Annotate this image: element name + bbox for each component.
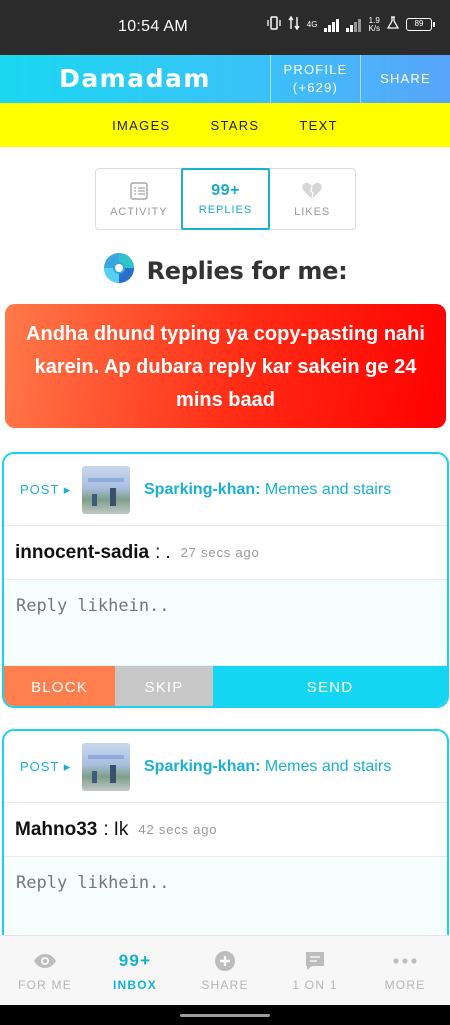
heart-icon xyxy=(301,181,323,203)
tab-replies[interactable]: 99+ REPLIES xyxy=(180,168,271,230)
reply-card: POST ▸ Sparking-khan: Memes and stairs i… xyxy=(2,452,449,708)
reply-info: Mahno33 : Ik 42 secs ago xyxy=(4,803,447,857)
app-header: Damadam PROFILE (+629) SHARE xyxy=(0,55,450,103)
signal-icon xyxy=(346,18,362,32)
home-indicator[interactable] xyxy=(180,1014,270,1017)
nav-inbox-label: INBOX xyxy=(112,978,157,992)
tab-replies-label: REPLIES xyxy=(198,204,253,216)
share-label: SHARE xyxy=(380,71,431,86)
gesture-bar xyxy=(0,1005,450,1025)
lab-icon xyxy=(386,16,400,33)
share-button[interactable]: SHARE xyxy=(360,55,450,103)
profile-label: PROFILE xyxy=(283,62,348,77)
reply-info: innocent-sadia : . 27 secs ago xyxy=(4,526,447,580)
replies-heading: Replies for me: xyxy=(0,252,450,289)
status-time: 10:54 AM xyxy=(118,18,189,35)
nav-for-me[interactable]: FOR ME xyxy=(0,936,90,1005)
reply-colon: : xyxy=(103,818,109,840)
post-thumbnail[interactable] xyxy=(82,465,130,514)
eye-icon xyxy=(33,949,57,973)
nav-more-label: MORE xyxy=(384,978,426,992)
inbox-tabs: ACTIVITY 99+ REPLIES LIKES xyxy=(95,168,356,230)
network-speed: 1.9 K/s xyxy=(368,15,380,33)
skip-button[interactable]: SKIP xyxy=(115,666,213,706)
vibrate-icon xyxy=(267,16,281,33)
nav-inbox[interactable]: 99+ INBOX xyxy=(90,936,180,1005)
reply-author[interactable]: innocent-sadia xyxy=(15,542,149,564)
plus-circle-icon xyxy=(214,949,236,973)
post-link[interactable]: POST ▸ Sparking-khan: Memes and stairs xyxy=(4,454,447,526)
nav-stars[interactable]: STARS xyxy=(191,118,280,133)
reply-message: Ik xyxy=(113,818,129,840)
nav-text[interactable]: TEXT xyxy=(279,118,357,133)
nav-more[interactable]: MORE xyxy=(360,936,450,1005)
battery-icon: 89 xyxy=(406,18,435,31)
tab-likes[interactable]: LIKES xyxy=(269,169,355,229)
reply-actions: BLOCK SKIP SEND xyxy=(4,666,447,706)
block-button[interactable]: BLOCK xyxy=(4,666,115,706)
profile-button[interactable]: PROFILE (+629) xyxy=(270,55,360,103)
post-title[interactable]: Sparking-khan: Memes and stairs xyxy=(144,758,391,776)
status-icons: 4G 1.9 K/s 89 xyxy=(267,15,435,33)
network-type: 4G xyxy=(306,19,318,29)
reply-input[interactable]: Reply likhein.. xyxy=(4,857,447,943)
rate-limit-warning: Andha dhund typing ya copy-pasting nahi … xyxy=(5,304,446,428)
post-label: POST ▸ xyxy=(20,758,72,774)
reply-colon: : xyxy=(155,541,161,563)
nav-share-label: SHARE xyxy=(201,978,249,992)
dots-icon xyxy=(393,949,417,973)
nav-one-on-one[interactable]: 1 ON 1 xyxy=(270,936,360,1005)
reply-author[interactable]: Mahno33 xyxy=(15,819,97,841)
reply-time: 27 secs ago xyxy=(180,545,260,560)
send-button[interactable]: SEND xyxy=(213,666,447,706)
page-title: Replies for me: xyxy=(146,256,348,285)
app-screen: 10:54 AM 4G 1.9 K/s 89 Damadam PROFILE (+… xyxy=(0,0,450,1025)
bottom-navigation: FOR ME 99+ INBOX SHARE 1 ON 1 MORE xyxy=(0,935,450,1005)
tab-likes-label: LIKES xyxy=(294,205,331,218)
reply-time: 42 secs ago xyxy=(138,822,218,837)
tab-activity-label: ACTIVITY xyxy=(110,205,168,218)
nav-images[interactable]: IMAGES xyxy=(92,118,190,133)
signal-icon xyxy=(324,18,340,32)
post-title[interactable]: Sparking-khan: Memes and stairs xyxy=(144,481,391,499)
nav-share[interactable]: SHARE xyxy=(180,936,270,1005)
reply-input[interactable]: Reply likhein.. xyxy=(4,580,447,666)
post-label: POST ▸ xyxy=(20,481,72,497)
tab-activity[interactable]: ACTIVITY xyxy=(96,169,182,229)
post-thumbnail[interactable] xyxy=(82,742,130,791)
nav-one-on-one-label: 1 ON 1 xyxy=(292,978,338,992)
profile-points: (+629) xyxy=(292,80,339,95)
chat-icon xyxy=(304,949,326,973)
tab-replies-count: 99+ xyxy=(211,182,240,199)
post-link[interactable]: POST ▸ Sparking-khan: Memes and stairs xyxy=(4,731,447,803)
list-icon xyxy=(129,181,149,203)
inbox-count: 99+ xyxy=(118,951,152,970)
data-arrows-icon xyxy=(288,15,300,33)
swirl-icon xyxy=(103,252,135,289)
nav-for-me-label: FOR ME xyxy=(18,978,72,992)
sub-navigation: IMAGES STARS TEXT xyxy=(0,103,450,147)
reply-message: . xyxy=(165,541,171,563)
brand-logo[interactable]: Damadam xyxy=(0,55,270,103)
status-bar: 10:54 AM 4G 1.9 K/s 89 xyxy=(0,0,450,55)
